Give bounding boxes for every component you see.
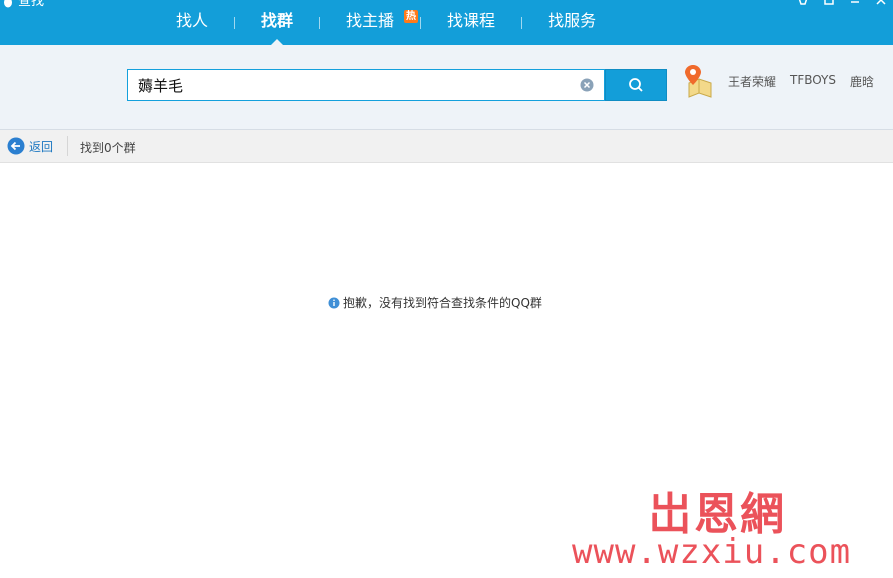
skin-icon[interactable] bbox=[797, 0, 809, 6]
toolbar-divider bbox=[67, 136, 68, 156]
window-title: 查找 bbox=[2, 0, 44, 10]
search-input[interactable] bbox=[138, 70, 558, 100]
tab-label: 找主播 bbox=[346, 11, 395, 30]
tab-find-groups[interactable]: 找群 bbox=[235, 0, 319, 45]
location-pin-icon[interactable] bbox=[683, 63, 715, 99]
back-label: 返回 bbox=[29, 139, 54, 154]
title-bar: 查找 找人 找群 找主播 热 找课程 找服务 bbox=[0, 0, 893, 45]
minimize-icon[interactable] bbox=[849, 0, 861, 6]
empty-state: 抱歉，没有找到符合查找条件的QQ群 bbox=[328, 294, 542, 311]
hot-tag[interactable]: 鹿晗 bbox=[850, 73, 874, 90]
search-area: 王者荣耀 TFBOYS 鹿晗 bbox=[0, 45, 893, 130]
clear-icon[interactable] bbox=[580, 78, 594, 92]
hot-tag[interactable]: 王者荣耀 bbox=[728, 73, 776, 90]
tab-find-people[interactable]: 找人 bbox=[150, 0, 234, 45]
tab-find-streamers[interactable]: 找主播 热 bbox=[320, 0, 420, 45]
back-arrow-icon bbox=[7, 137, 25, 155]
restore-icon[interactable] bbox=[823, 0, 835, 6]
tab-label: 找课程 bbox=[447, 11, 496, 30]
window-title-text: 查找 bbox=[18, 0, 45, 9]
hot-search-tags: 王者荣耀 TFBOYS 鹿晗 bbox=[728, 73, 874, 90]
close-icon[interactable] bbox=[875, 0, 887, 6]
tab-label: 找服务 bbox=[548, 11, 597, 30]
window-controls bbox=[797, 0, 887, 6]
back-button[interactable]: 返回 bbox=[7, 137, 53, 155]
info-icon bbox=[328, 297, 340, 308]
result-toolbar: 返回 找到0个群 bbox=[0, 130, 893, 163]
hot-tag[interactable]: TFBOYS bbox=[790, 73, 836, 90]
search-box bbox=[127, 69, 605, 101]
watermark-url: www.wzxiu.com bbox=[572, 532, 852, 572]
tab-find-courses[interactable]: 找课程 bbox=[421, 0, 521, 45]
search-icon bbox=[629, 78, 643, 92]
tab-bar: 找人 找群 找主播 热 找课程 找服务 bbox=[150, 0, 622, 45]
hot-badge: 热 bbox=[404, 10, 419, 23]
tab-label: 找群 bbox=[261, 11, 294, 30]
qq-penguin-icon bbox=[4, 0, 12, 8]
empty-message: 抱歉，没有找到符合查找条件的QQ群 bbox=[343, 296, 542, 310]
tab-label: 找人 bbox=[176, 11, 209, 30]
tab-find-services[interactable]: 找服务 bbox=[522, 0, 622, 45]
result-count: 找到0个群 bbox=[80, 141, 136, 155]
search-button[interactable] bbox=[605, 69, 667, 101]
